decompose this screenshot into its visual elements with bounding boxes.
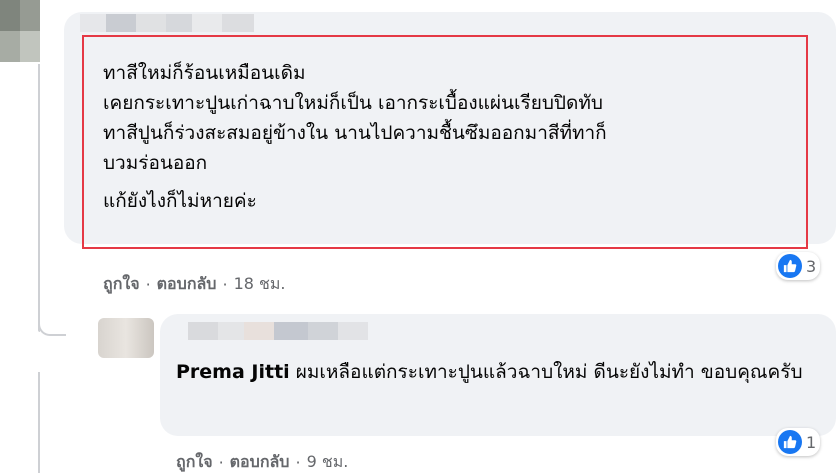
separator: · [222,275,228,294]
reply-author[interactable]: Prema Jitti [176,361,290,383]
comment-line: เคยกระเทาะปูนเก่าฉาบใหม่ก็เป็น เอากระเบื… [103,92,603,114]
reply-reactions[interactable]: 1 [776,428,821,456]
thread-line [38,64,40,332]
thumbs-up-icon [778,430,802,454]
separator: · [145,275,151,294]
reply-link[interactable]: ตอบกลับ [230,450,290,475]
comment-text: ทาสีใหม่ก็ร้อนเหมือนเดิม เคยกระเทาะปูนเก… [103,58,803,216]
reaction-count: 3 [806,256,817,276]
reaction-count: 1 [806,432,817,452]
commenter-name-redacted[interactable] [80,14,254,32]
commenter-avatar[interactable] [0,0,40,62]
separator: · [295,453,301,472]
comment-reactions[interactable]: 3 [776,252,821,280]
separator: · [218,453,224,472]
comment-line: ทาสีปูนก็ร่วงสะสมอยู่ข้างใน นานไปความชื้… [103,122,607,144]
reply-link[interactable]: ตอบกลับ [157,272,217,297]
replier-avatar[interactable] [98,318,154,358]
reply-body: ผมเหลือแต่กระเทาะปูนแล้วฉาบใหม่ ดีนะยังไ… [295,361,803,383]
thread-line-lower [38,372,40,473]
like-link[interactable]: ถูกใจ [176,450,213,475]
reply-actions: ถูกใจ · ตอบกลับ · 9 ชม. [176,450,348,475]
comment-line: ทาสีใหม่ก็ร้อนเหมือนเดิม [103,62,306,84]
comment-line: บวมร่อนออก [103,152,208,174]
reply-text: Prema Jitti ผมเหลือแต่กระเทาะปูนแล้วฉาบใ… [176,355,816,389]
timestamp[interactable]: 18 ชม. [234,272,286,297]
reply-quote-redacted [188,322,368,340]
thread-connector [38,300,66,336]
like-link[interactable]: ถูกใจ [103,272,140,297]
timestamp[interactable]: 9 ชม. [307,450,349,475]
thumbs-up-icon [778,254,802,278]
comment-actions: ถูกใจ · ตอบกลับ · 18 ชม. [103,272,286,297]
comment-line: แก้ยังไงก็ไม่หายค่ะ [103,190,257,212]
